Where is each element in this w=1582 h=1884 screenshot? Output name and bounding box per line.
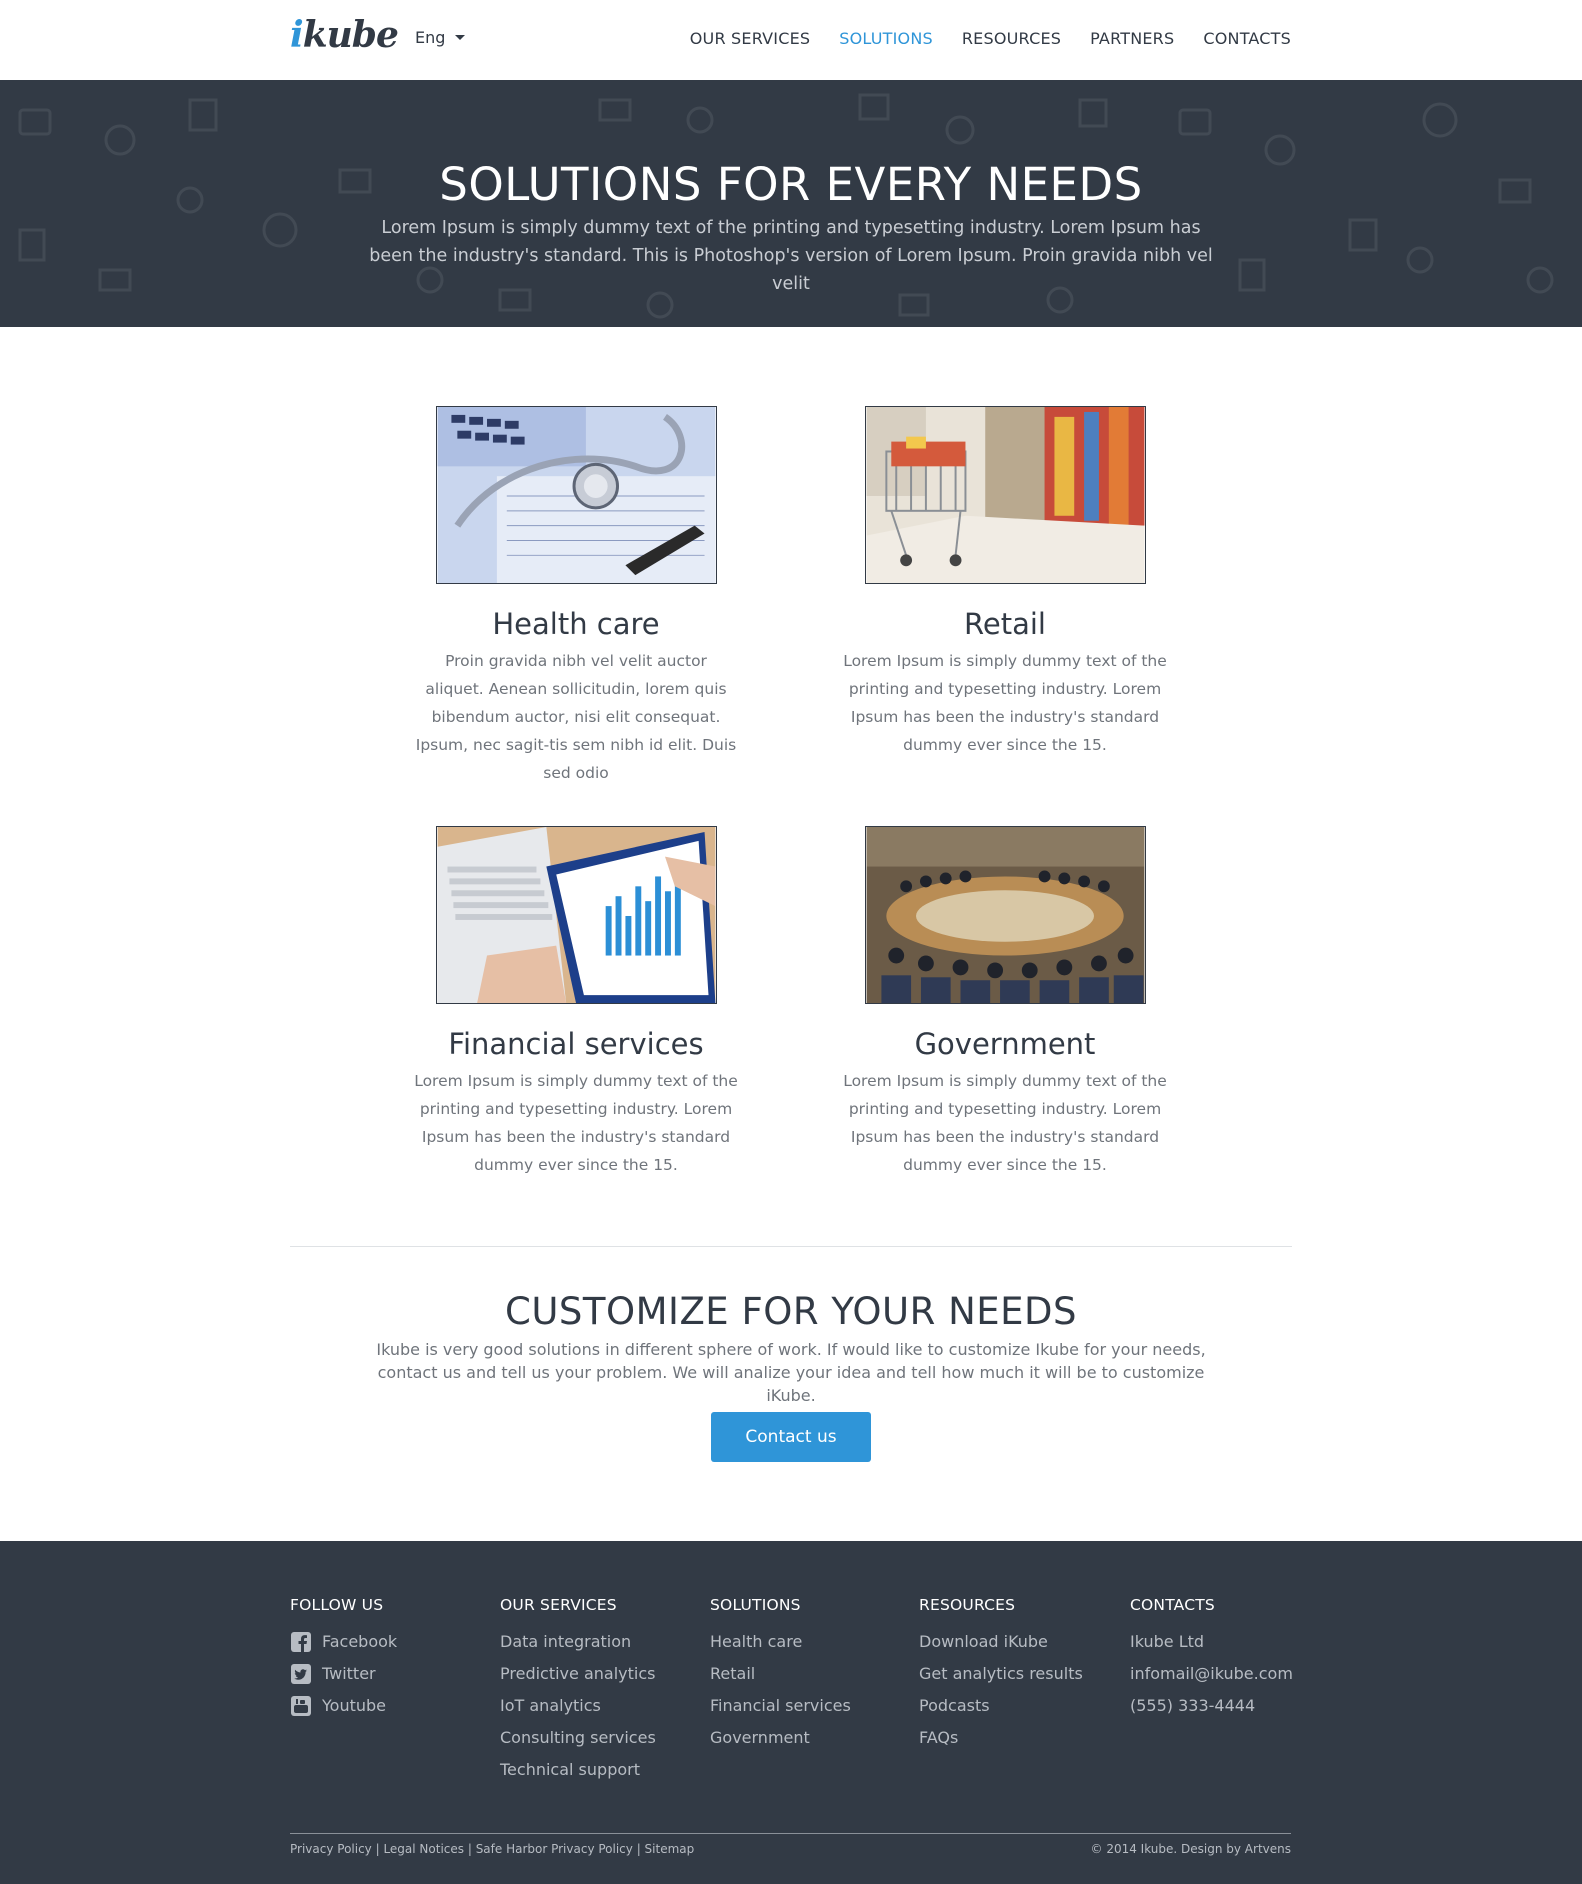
solution-text: Lorem Ipsum is simply dummy text of the … — [414, 1072, 738, 1174]
footer-solutions-column: SOLUTIONS Health care Retail Financial s… — [710, 1596, 851, 1754]
solution-title: Health care — [492, 607, 660, 641]
solution-card-retail: Retail Lorem Ipsum is simply dummy text … — [835, 406, 1175, 759]
footer-follow-column: FOLLOW US Facebook Twitter Youtube — [290, 1596, 397, 1722]
footer-link[interactable]: FAQs — [919, 1722, 1083, 1754]
footer-link[interactable]: Health care — [710, 1626, 851, 1658]
footer-heading: FOLLOW US — [290, 1596, 384, 1614]
footer-link[interactable]: Financial services — [710, 1690, 851, 1722]
customize-text: Ikube is very good solutions in differen… — [376, 1340, 1206, 1405]
footer-heading: SOLUTIONS — [710, 1596, 801, 1614]
laptop-chart-photo-image — [437, 827, 715, 1003]
council-chamber-photo — [864, 826, 1146, 1004]
solution-title: Retail — [964, 607, 1046, 641]
language-label: Eng — [415, 28, 446, 47]
footer-legal-links[interactable]: Privacy Policy | Legal Notices | Safe Ha… — [290, 1842, 694, 1856]
solution-title: Financial services — [448, 1027, 704, 1061]
footer-heading: CONTACTS — [1130, 1596, 1215, 1614]
solution-card-financial-services: Financial services Lorem Ipsum is simply… — [406, 826, 746, 1179]
nav-resources[interactable]: RESOURCES — [962, 29, 1061, 48]
footer-email-link[interactable]: infomail@ikube.com — [1130, 1658, 1293, 1690]
footer-resources-column: RESOURCES Download iKube Get analytics r… — [919, 1596, 1083, 1754]
contact-us-button[interactable]: Contact us — [711, 1412, 871, 1462]
customize-title: CUSTOMIZE FOR YOUR NEEDS — [505, 1290, 1077, 1333]
ikube-logo[interactable]: ikube — [290, 14, 399, 56]
footer-services-column: OUR SERVICES Data integration Predictive… — [500, 1596, 656, 1786]
footer-company-name: Ikube Ltd — [1130, 1632, 1205, 1651]
social-link-twitter[interactable]: Twitter — [290, 1658, 397, 1690]
footer-link[interactable]: Podcasts — [919, 1690, 1083, 1722]
solution-card-health-care: Health care Proin gravida nibh vel velit… — [406, 406, 746, 787]
youtube-icon — [291, 1696, 311, 1716]
solution-title: Government — [914, 1027, 1096, 1061]
hero-banner: SOLUTIONS FOR EVERY NEEDS Lorem Ipsum is… — [0, 80, 1582, 327]
facebook-icon — [291, 1632, 311, 1652]
social-label: Facebook — [322, 1632, 398, 1651]
main-nav: OUR SERVICES SOLUTIONS RESOURCES PARTNER… — [690, 29, 1291, 48]
laptop-chart-photo — [435, 826, 717, 1004]
social-link-youtube[interactable]: Youtube — [290, 1690, 397, 1722]
council-chamber-photo-image — [866, 827, 1144, 1003]
language-selector[interactable]: Eng — [415, 28, 466, 47]
social-label: Youtube — [322, 1696, 386, 1715]
footer-copyright: © 2014 Ikube. Design by Artvens — [1090, 1842, 1292, 1856]
footer-link[interactable]: Retail — [710, 1658, 851, 1690]
hero-text: Lorem Ipsum is simply dummy text of the … — [369, 218, 1213, 294]
footer-contacts-column: CONTACTS Ikube Ltd infomail@ikube.com (5… — [1130, 1596, 1293, 1722]
social-label: Twitter — [322, 1664, 376, 1683]
nav-partners[interactable]: PARTNERS — [1090, 29, 1174, 48]
solution-text: Lorem Ipsum is simply dummy text of the … — [843, 652, 1167, 754]
footer-link[interactable]: Consulting services — [500, 1722, 656, 1754]
footer-phone: (555) 333-4444 — [1130, 1696, 1256, 1715]
stethoscope-photo — [435, 406, 717, 584]
footer-link[interactable]: IoT analytics — [500, 1690, 656, 1722]
footer-link[interactable]: Get analytics results — [919, 1658, 1083, 1690]
stethoscope-photo-image — [437, 407, 715, 583]
social-link-facebook[interactable]: Facebook — [290, 1626, 397, 1658]
caret-down-icon — [455, 35, 466, 40]
footer-divider — [290, 1833, 1291, 1834]
site-header: ikube Eng OUR SERVICES SOLUTIONS RESOURC… — [0, 0, 1582, 80]
section-divider — [290, 1246, 1292, 1247]
footer-link[interactable]: Predictive analytics — [500, 1658, 656, 1690]
nav-our-services[interactable]: OUR SERVICES — [690, 29, 811, 48]
nav-contacts[interactable]: CONTACTS — [1203, 29, 1291, 48]
footer-link[interactable]: Technical support — [500, 1754, 656, 1786]
footer-heading: OUR SERVICES — [500, 1596, 617, 1614]
solution-text: Proin gravida nibh vel velit auctor aliq… — [415, 652, 737, 782]
shopping-cart-photo-image — [866, 407, 1144, 583]
footer-heading: RESOURCES — [919, 1596, 1016, 1614]
nav-solutions[interactable]: SOLUTIONS — [839, 29, 933, 48]
solution-text: Lorem Ipsum is simply dummy text of the … — [843, 1072, 1167, 1174]
twitter-icon — [291, 1664, 311, 1684]
hero-title: SOLUTIONS FOR EVERY NEEDS — [439, 158, 1143, 211]
footer-link[interactable]: Government — [710, 1722, 851, 1754]
shopping-cart-photo — [864, 406, 1146, 584]
footer-link[interactable]: Data integration — [500, 1626, 656, 1658]
footer-link[interactable]: Download iKube — [919, 1626, 1083, 1658]
solution-card-government: Government Lorem Ipsum is simply dummy t… — [835, 826, 1175, 1179]
